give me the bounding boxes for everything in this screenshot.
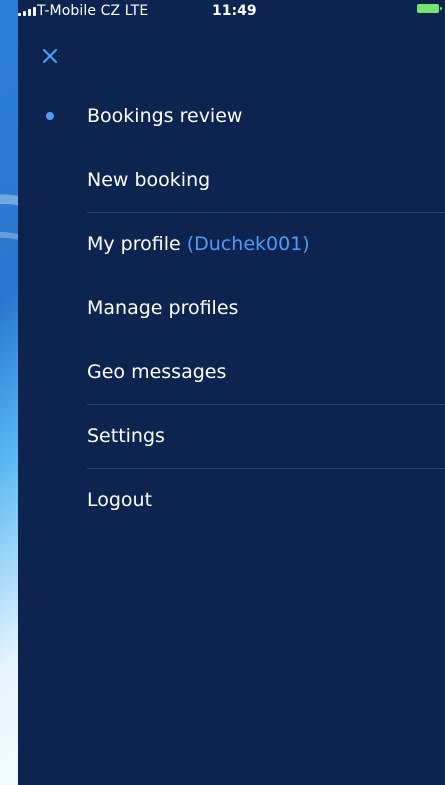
menu-item-label: Settings xyxy=(87,425,165,447)
menu-item-manage-profiles[interactable]: Manage profiles xyxy=(18,276,445,340)
carrier-label: T-Mobile CZ LTE xyxy=(37,3,149,19)
profile-username: (Duchek001) xyxy=(186,233,310,255)
profile-label: My profile xyxy=(87,233,181,255)
status-bar: T-Mobile CZ LTE 11:49 xyxy=(18,0,445,44)
battery-icon xyxy=(417,4,442,13)
close-button[interactable] xyxy=(36,42,64,70)
menu-item-geo-messages[interactable]: Geo messages xyxy=(18,340,445,404)
status-time: 11:49 xyxy=(212,3,257,19)
menu-item-label: Geo messages xyxy=(87,361,227,383)
menu-item-my-profile[interactable]: My profile (Duchek001) xyxy=(18,212,445,276)
active-dot-icon xyxy=(46,112,54,120)
menu-item-logout[interactable]: Logout xyxy=(18,468,445,532)
menu-item-label: Bookings review xyxy=(87,105,243,127)
menu-item-label: Manage profiles xyxy=(87,297,239,319)
menu-item-label: Logout xyxy=(87,489,153,511)
close-icon xyxy=(43,49,57,63)
menu-item-settings[interactable]: Settings xyxy=(18,404,445,468)
menu-item-bookings-review[interactable]: Bookings review xyxy=(18,84,445,148)
menu-item-label: New booking xyxy=(87,169,211,191)
navigation-menu: Bookings review New booking My profile (… xyxy=(18,84,445,532)
navigation-drawer: T-Mobile CZ LTE 11:49 Bookings review Ne… xyxy=(18,0,445,785)
signal-icon xyxy=(18,6,36,16)
menu-item-label: My profile (Duchek001) xyxy=(87,232,310,256)
menu-item-new-booking[interactable]: New booking xyxy=(18,148,445,212)
